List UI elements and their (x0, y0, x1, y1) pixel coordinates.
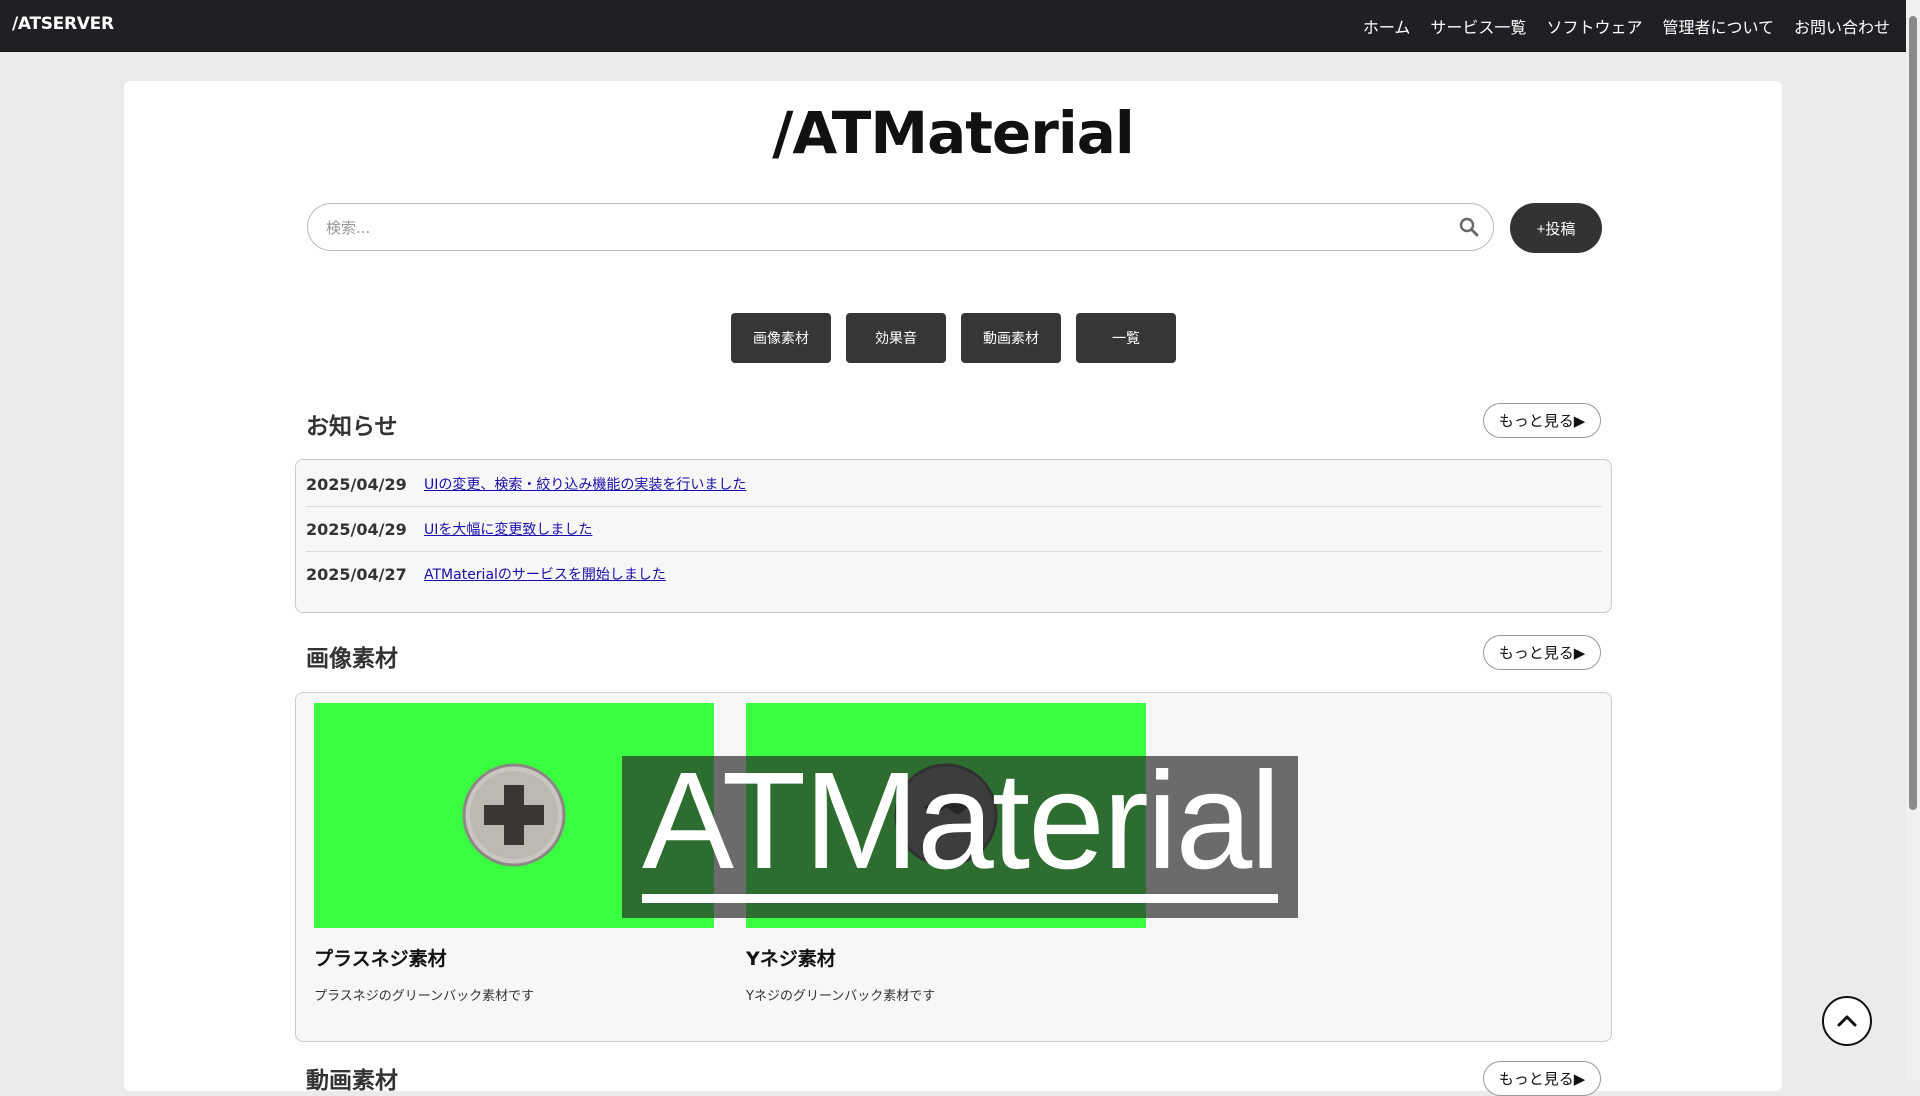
nav-services[interactable]: サービス一覧 (1430, 14, 1526, 38)
images-more-button[interactable]: もっと見る▶ (1483, 635, 1601, 670)
news-link[interactable]: UIを大幅に変更致しました (424, 519, 592, 539)
watermark-overlay: ATMaterial (622, 752, 1298, 918)
watermark-underline (642, 894, 1278, 903)
site-title: /ATMaterial (772, 99, 1135, 167)
post-button[interactable]: +投稿 (1510, 203, 1602, 253)
main-panel: /ATMaterial +投稿 画像素材 効果音 動画素材 一覧 お知らせ もっ… (124, 81, 1782, 1096)
search-bar (307, 203, 1494, 252)
news-heading: お知らせ (306, 414, 398, 440)
nav-software[interactable]: ソフトウェア (1546, 14, 1642, 38)
news-link[interactable]: ATMaterialのサービスを開始しました (424, 564, 666, 584)
news-date: 2025/04/27 (306, 564, 407, 584)
search-icon[interactable] (1459, 217, 1479, 237)
phillips-screw-image (462, 763, 566, 867)
videos-heading: 動画素材 (306, 1068, 398, 1094)
material-description: プラスネジのグリーンバック素材です (314, 989, 535, 1004)
news-item: 2025/04/27 ATMaterialのサービスを開始しました (306, 552, 1602, 596)
brand-logo[interactable]: /ATSERVER (12, 14, 114, 34)
material-description: Yネジのグリーンバック素材です (746, 989, 936, 1004)
category-videos-button[interactable]: 動画素材 (961, 313, 1061, 363)
news-list: 2025/04/29 UIの変更、検索・絞り込み機能の実装を行いました 2025… (295, 459, 1612, 613)
category-buttons: 画像素材 効果音 動画素材 一覧 (731, 313, 1176, 363)
news-date: 2025/04/29 (306, 474, 407, 494)
scrollbar-thumb[interactable] (1909, 16, 1917, 810)
news-item: 2025/04/29 UIを大幅に変更致しました (306, 507, 1602, 552)
news-item: 2025/04/29 UIの変更、検索・絞り込み機能の実装を行いました (306, 462, 1602, 507)
videos-more-button[interactable]: もっと見る▶ (1483, 1061, 1601, 1096)
search-input[interactable] (324, 204, 1428, 252)
nav-links: ホーム サービス一覧 ソフトウェア 管理者について お問い合わせ (1363, 14, 1890, 38)
top-navbar: /ATSERVER ホーム サービス一覧 ソフトウェア 管理者について お問い合… (0, 0, 1906, 52)
nav-about-admin[interactable]: 管理者について (1662, 14, 1774, 38)
news-date: 2025/04/29 (306, 519, 407, 539)
watermark-text: ATMaterial (642, 744, 1281, 898)
news-link[interactable]: UIの変更、検索・絞り込み機能の実装を行いました (424, 474, 746, 494)
nav-home[interactable]: ホーム (1363, 14, 1411, 38)
material-title: Yネジ素材 (746, 948, 836, 970)
category-images-button[interactable]: 画像素材 (731, 313, 831, 363)
chevron-up-icon (1837, 1015, 1857, 1027)
material-title: プラスネジ素材 (314, 948, 447, 970)
category-all-button[interactable]: 一覧 (1076, 313, 1176, 363)
news-more-button[interactable]: もっと見る▶ (1483, 403, 1601, 438)
back-to-top-button[interactable] (1822, 996, 1872, 1046)
category-sound-effects-button[interactable]: 効果音 (846, 313, 946, 363)
nav-contact[interactable]: お問い合わせ (1794, 14, 1890, 38)
images-heading: 画像素材 (306, 646, 398, 672)
